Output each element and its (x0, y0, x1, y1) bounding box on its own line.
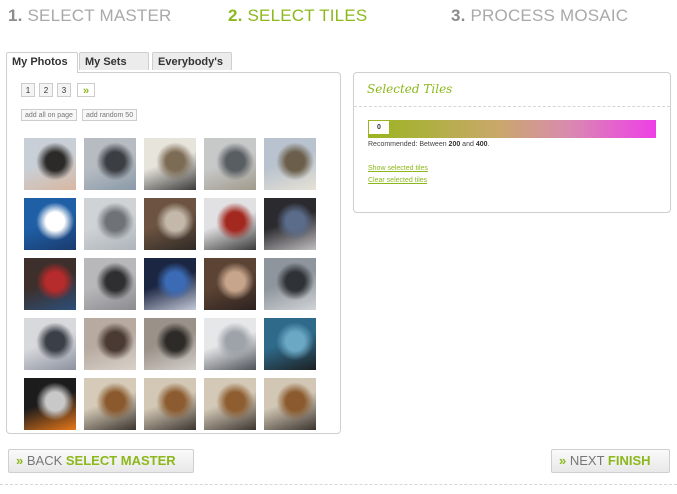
step-number: 2. (228, 6, 243, 25)
step-number: 1. (8, 6, 23, 25)
recommend-min: 200 (448, 141, 461, 148)
page-1-button[interactable]: 1 (21, 83, 35, 97)
footer-divider (0, 484, 677, 485)
photo-tile[interactable] (264, 258, 316, 310)
photo-tile[interactable] (84, 198, 136, 250)
tab-my-sets[interactable]: My Sets (79, 52, 149, 70)
step-number: 3. (451, 6, 466, 25)
wizard-steps: 1. SELECT MASTER 2. SELECT TILES 3. PROC… (8, 6, 677, 32)
selected-count: 0 (368, 120, 390, 135)
step-select-tiles[interactable]: 2. SELECT TILES (228, 6, 367, 26)
recommend-suffix: . (487, 141, 490, 148)
page-3-button[interactable]: 3 (57, 83, 71, 97)
chevron-right-icon: » (16, 453, 24, 468)
add-all-on-page-button[interactable]: add all on page (21, 109, 77, 121)
divider (354, 106, 670, 107)
next-target-label: FINISH (607, 453, 651, 468)
photo-tile[interactable] (144, 138, 196, 190)
photo-tile[interactable] (204, 258, 256, 310)
photo-tile[interactable] (84, 258, 136, 310)
recommendation-text: Recommended: Between 200 and 400. (368, 141, 489, 148)
tab-everybodys[interactable]: Everybody's (152, 52, 232, 70)
photo-tile[interactable] (144, 318, 196, 370)
step-process-mosaic[interactable]: 3. PROCESS MOSAIC (451, 6, 628, 26)
photo-browser-panel: 1 2 3 » add all on page add random 50 (6, 72, 341, 434)
photo-tile[interactable] (84, 318, 136, 370)
photo-tile[interactable] (144, 198, 196, 250)
next-finish-button[interactable]: » NEXT FINISH (551, 449, 670, 473)
photo-tile[interactable] (264, 378, 316, 430)
recommend-max: 400 (475, 141, 488, 148)
photo-tile[interactable] (144, 378, 196, 430)
add-random-50-button[interactable]: add random 50 (82, 109, 138, 121)
photo-tile[interactable] (24, 378, 76, 430)
photo-tile[interactable] (264, 198, 316, 250)
selection-progress-bar (368, 120, 656, 138)
selected-tiles-title: Selected Tiles (367, 82, 453, 96)
back-select-master-button[interactable]: » BACK SELECT MASTER (8, 449, 194, 473)
photo-tile[interactable] (84, 138, 136, 190)
photo-tile[interactable] (204, 378, 256, 430)
photo-tile[interactable] (204, 138, 256, 190)
photo-tile[interactable] (84, 378, 136, 430)
photo-tile[interactable] (24, 258, 76, 310)
tab-my-photos[interactable]: My Photos (6, 52, 78, 73)
photo-tile[interactable] (24, 318, 76, 370)
chevron-right-icon: » (559, 453, 567, 468)
photo-tile[interactable] (264, 318, 316, 370)
step-select-master[interactable]: 1. SELECT MASTER (8, 6, 172, 26)
show-selected-tiles-link[interactable]: Show selected tiles (368, 165, 428, 172)
recommend-prefix: Recommended: Between (368, 141, 449, 148)
clear-selected-tiles-link[interactable]: Clear selected tiles (368, 177, 427, 184)
next-label: NEXT (569, 453, 608, 468)
selected-tiles-panel: Selected Tiles 0 Recommended: Between 20… (353, 72, 671, 213)
photo-tile[interactable] (144, 258, 196, 310)
photo-tile[interactable] (204, 318, 256, 370)
recommend-mid: and (460, 141, 476, 148)
step-label: SELECT TILES (247, 6, 368, 25)
back-target-label: SELECT MASTER (65, 453, 176, 468)
photo-tile[interactable] (204, 198, 256, 250)
step-label: PROCESS MOSAIC (470, 6, 629, 25)
photo-tile[interactable] (24, 138, 76, 190)
photo-tile[interactable] (24, 198, 76, 250)
page-2-button[interactable]: 2 (39, 83, 53, 97)
photo-tile[interactable] (264, 138, 316, 190)
back-label: BACK (26, 453, 66, 468)
next-page-button[interactable]: » (77, 83, 95, 97)
step-label: SELECT MASTER (27, 6, 172, 25)
